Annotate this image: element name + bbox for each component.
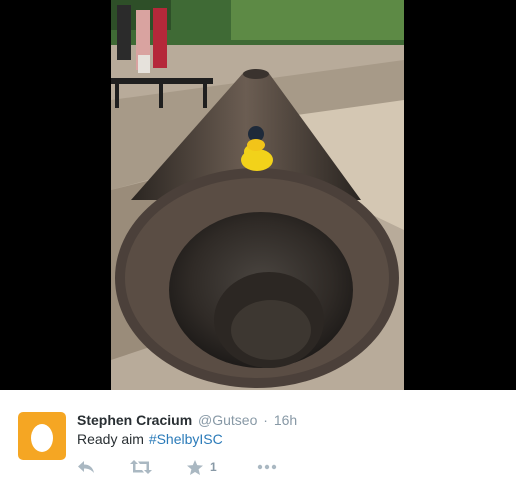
timestamp-separator: · bbox=[263, 412, 268, 428]
hashtag-link[interactable]: #ShelbyISC bbox=[149, 431, 223, 447]
retweet-button[interactable] bbox=[130, 457, 152, 477]
favorite-count: 1 bbox=[210, 460, 217, 474]
more-button[interactable] bbox=[257, 457, 277, 477]
reply-icon bbox=[78, 461, 94, 473]
tweet-card: Stephen Cracium @Gutseo · 16h Ready aim … bbox=[0, 390, 516, 495]
retweet-icon bbox=[130, 460, 152, 474]
favorite-button[interactable]: 1 bbox=[187, 457, 217, 477]
reply-button[interactable] bbox=[77, 457, 95, 477]
timestamp[interactable]: 16h bbox=[274, 412, 297, 428]
egg-avatar-icon bbox=[18, 412, 66, 460]
tweet-text: Ready aim #ShelbyISC bbox=[77, 430, 223, 448]
more-dots-icon bbox=[257, 464, 277, 470]
tweet-photo[interactable] bbox=[111, 0, 404, 390]
tweet-header: Stephen Cracium @Gutseo · 16h bbox=[77, 411, 297, 429]
user-handle[interactable]: @Gutseo bbox=[198, 412, 257, 428]
star-icon bbox=[187, 459, 203, 475]
avatar[interactable] bbox=[18, 412, 66, 460]
media-stage bbox=[0, 0, 516, 390]
display-name[interactable]: Stephen Cracium bbox=[77, 412, 192, 428]
tweet-body-text: Ready aim bbox=[77, 431, 144, 447]
